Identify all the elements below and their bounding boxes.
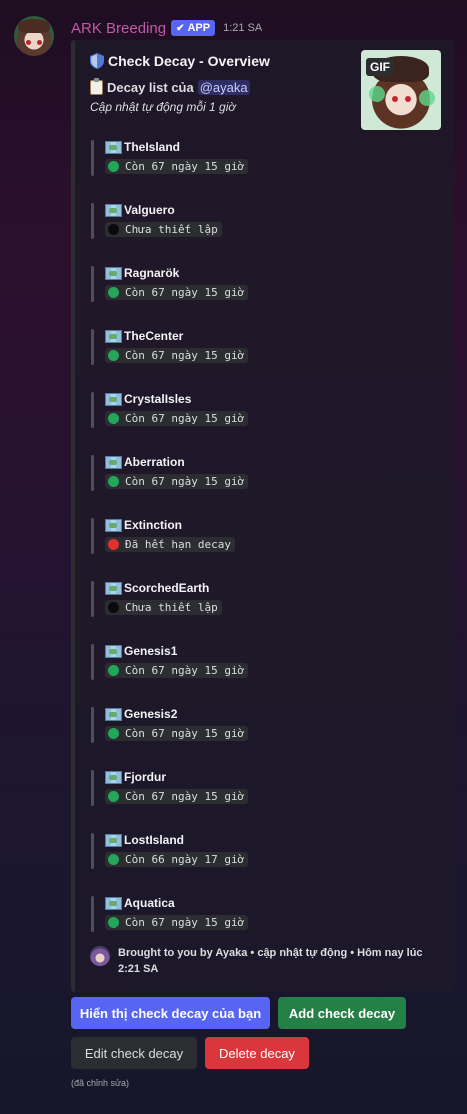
status-dot-icon	[108, 917, 119, 928]
map-name: Fjordur	[105, 770, 166, 784]
edit-check-decay-button[interactable]: Edit check decay	[71, 1037, 197, 1069]
clipboard-icon	[90, 78, 103, 95]
quote-bar	[91, 707, 94, 743]
quote-bar	[91, 770, 94, 806]
add-check-decay-button[interactable]: Add check decay	[278, 997, 406, 1029]
footer-text: Brought to you by Ayaka • cập nhật tự độ…	[118, 947, 423, 975]
quote-bar	[91, 203, 94, 239]
quote-bar	[91, 644, 94, 680]
embed-title: Check Decay - Overview	[90, 53, 270, 69]
decay-status: Còn 66 ngày 17 giờ	[105, 852, 249, 867]
status-dot-icon	[108, 854, 119, 865]
decay-status: Còn 67 ngày 15 giờ	[105, 789, 249, 804]
map-name: CrystalIsles	[105, 392, 191, 406]
map-name: LostIsland	[105, 833, 184, 847]
decay-status: Chưa thiết lập	[105, 600, 222, 615]
message-header: ARK Breeding ✔ APP 1:21 SA	[71, 18, 262, 38]
quote-bar	[91, 896, 94, 932]
decay-list-label: Decay list của @ayaka	[90, 78, 250, 95]
app-badge: ✔ APP	[171, 20, 216, 36]
quote-bar	[91, 266, 94, 302]
footer-avatar-icon	[90, 946, 110, 966]
user-mention[interactable]: @ayaka	[197, 80, 250, 95]
gif-badge: GIF	[366, 58, 394, 76]
status-dot-icon	[108, 665, 119, 676]
status-dot-icon	[108, 287, 119, 298]
quote-bar	[91, 581, 94, 617]
map-name: Valguero	[105, 203, 175, 217]
embed-card: Check Decay - Overview GIF Decay list củ…	[71, 40, 454, 992]
quote-bar	[91, 455, 94, 491]
decay-status: Còn 67 ngày 15 giờ	[105, 411, 249, 426]
status-dot-icon	[108, 791, 119, 802]
status-dot-icon	[108, 350, 119, 361]
quote-bar	[91, 329, 94, 365]
world-map-icon	[105, 329, 122, 343]
show-my-check-decay-button[interactable]: Hiển thị check decay của bạn	[71, 997, 270, 1029]
status-dot-icon	[108, 602, 119, 613]
world-map-icon	[105, 707, 122, 721]
map-name: TheIsland	[105, 140, 180, 154]
decay-status: Còn 67 ngày 15 giờ	[105, 915, 249, 930]
map-name: Genesis1	[105, 644, 177, 658]
decay-status: Còn 67 ngày 15 giờ	[105, 663, 249, 678]
world-map-icon	[105, 644, 122, 658]
status-dot-icon	[108, 161, 119, 172]
bot-username[interactable]: ARK Breeding	[71, 20, 166, 37]
quote-bar	[91, 392, 94, 428]
world-map-icon	[105, 518, 122, 532]
quote-bar	[91, 833, 94, 869]
world-map-icon	[105, 140, 122, 154]
world-map-icon	[105, 203, 122, 217]
status-dot-icon	[108, 476, 119, 487]
quote-bar	[91, 518, 94, 554]
status-dot-icon	[108, 413, 119, 424]
world-map-icon	[105, 896, 122, 910]
bot-avatar[interactable]	[14, 16, 54, 56]
embed-thumbnail[interactable]: GIF	[361, 50, 441, 130]
status-dot-icon	[108, 728, 119, 739]
decay-status: Còn 67 ngày 15 giờ	[105, 474, 249, 489]
map-name: Aberration	[105, 455, 185, 469]
map-name: TheCenter	[105, 329, 183, 343]
decay-status: Còn 67 ngày 15 giờ	[105, 348, 249, 363]
world-map-icon	[105, 392, 122, 406]
message-timestamp: 1:21 SA	[223, 22, 263, 34]
verified-check-icon: ✔	[176, 22, 185, 34]
decay-status: Chưa thiết lập	[105, 222, 222, 237]
decay-status: Còn 67 ngày 15 giờ	[105, 285, 249, 300]
decay-status: Còn 67 ngày 15 giờ	[105, 159, 249, 174]
map-name: Extinction	[105, 518, 182, 532]
world-map-icon	[105, 581, 122, 595]
world-map-icon	[105, 770, 122, 784]
map-name: Ragnarök	[105, 266, 179, 280]
world-map-icon	[105, 455, 122, 469]
update-interval-note: Cập nhật tự động mỗi 1 giờ	[90, 100, 236, 114]
decay-status: Còn 67 ngày 15 giờ	[105, 726, 249, 741]
decay-status: Đã hết hạn decay	[105, 537, 235, 552]
shield-icon	[90, 53, 104, 69]
delete-decay-button[interactable]: Delete decay	[205, 1037, 309, 1069]
map-name: ScorchedEarth	[105, 581, 209, 595]
world-map-icon	[105, 266, 122, 280]
edited-label: (đã chỉnh sửa)	[71, 1078, 130, 1088]
map-name: Aquatica	[105, 896, 175, 910]
quote-bar	[91, 140, 94, 176]
status-dot-icon	[108, 224, 119, 235]
world-map-icon	[105, 833, 122, 847]
status-dot-icon	[108, 539, 119, 550]
map-name: Genesis2	[105, 707, 177, 721]
embed-footer: Brought to you by Ayaka • cập nhật tự độ…	[90, 945, 445, 977]
